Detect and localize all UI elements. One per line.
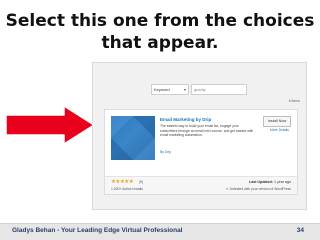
plugin-search-screenshot: Keyword ▾ gravity 6 items Email Marketin… [92,62,307,210]
last-updated-value: 1 year ago [274,180,291,184]
slide-title-line-2: that appear. [101,33,219,53]
footer-text: Gladys Behan - Your Leading Edge Virtual… [12,227,183,234]
search-type-value: Keyword [154,87,170,92]
plugin-title-link[interactable]: Email Marketing by Drip [160,117,211,122]
red-arrow-icon [5,105,95,145]
compatibility-text: Untested with your version of WordPress [229,187,291,191]
drip-logo-icon [111,116,155,160]
slide-title: Select this one from the choices that ap… [0,10,320,54]
search-bar: Keyword ▾ gravity [151,84,247,95]
check-icon: ✔ [225,187,229,191]
install-now-button[interactable]: Install Now [263,116,291,127]
search-input[interactable]: gravity [191,84,247,95]
star-rating-icon: ★★★★★ [111,179,134,185]
active-installs: 1,000+ Active Installs [111,187,143,191]
plugin-card: Email Marketing by Drip The easiest way … [104,109,298,195]
slide-footer: Gladys Behan - Your Leading Edge Virtual… [0,223,320,240]
search-type-dropdown[interactable]: Keyword ▾ [151,84,189,95]
page-number: 34 [296,227,304,234]
last-updated-label: Last Updated: [249,180,274,184]
plugin-description: The easiest way to build your email list… [160,124,254,138]
slide-title-line-1: Select this one from the choices [5,11,315,31]
plugin-thumbnail[interactable] [111,116,155,160]
plugin-author-link[interactable]: By Drip [160,150,171,154]
last-updated: Last Updated: 1 year ago [249,180,291,184]
plugin-card-footer: ★★★★★ (9) 1,000+ Active Installs Last Up… [105,176,297,194]
more-details-link[interactable]: More Details [270,128,289,132]
results-count: 6 items [288,99,300,103]
chevron-down-icon: ▾ [183,87,186,92]
rating-count[interactable]: (9) [139,180,143,184]
compatibility-status: ✔ Untested with your version of WordPres… [226,187,291,191]
